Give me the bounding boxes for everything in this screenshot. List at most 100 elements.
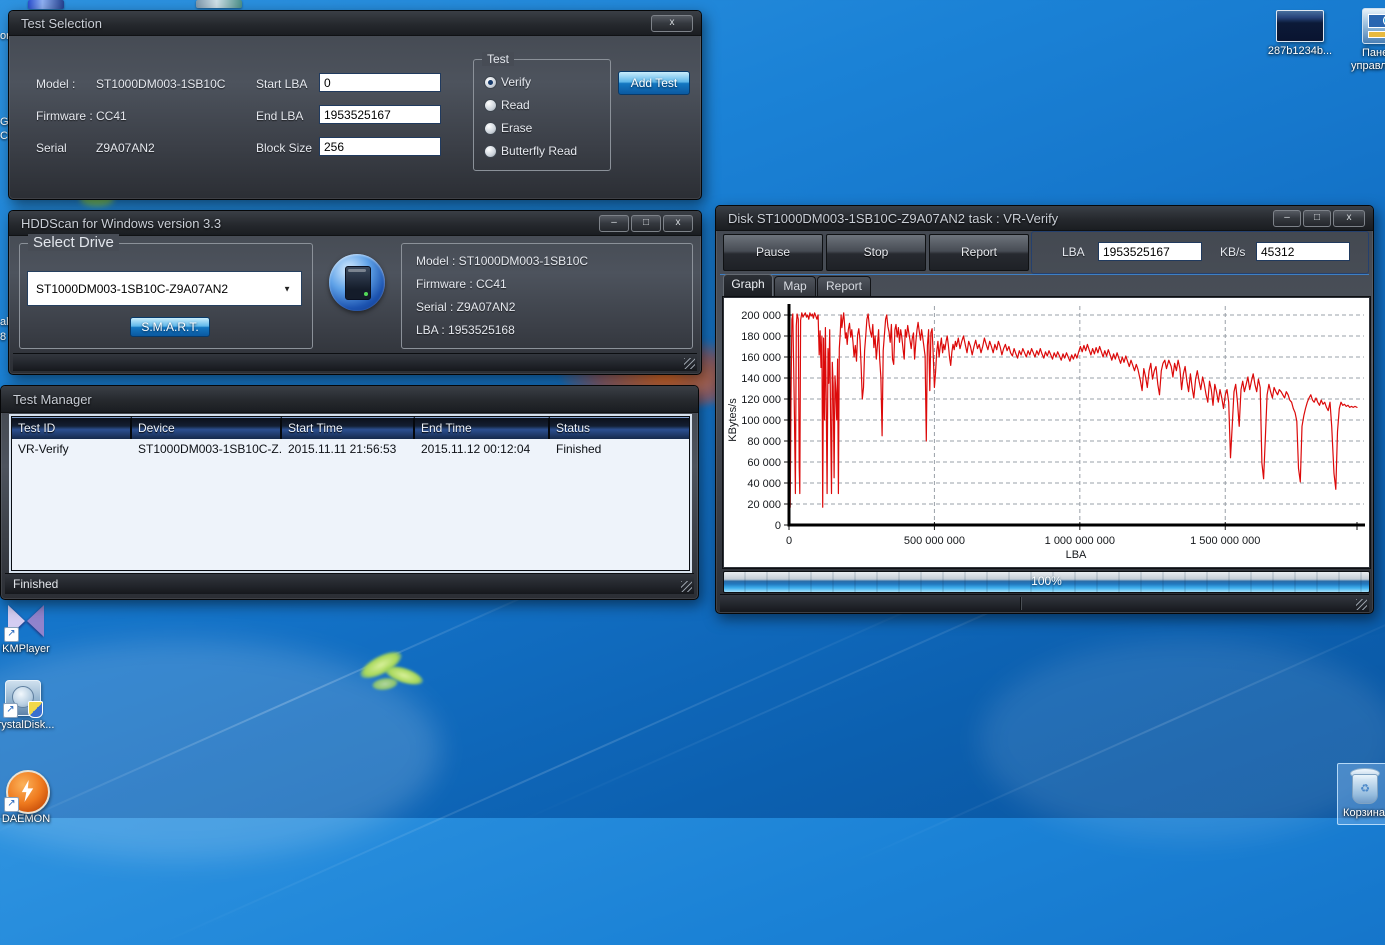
column-header-status[interactable]: Status [550, 417, 689, 439]
status-bar: Finished [5, 573, 694, 594]
status-divider [1020, 597, 1021, 610]
test-type-group: Test Verify Read Erase Butterfly Read [473, 52, 611, 171]
toolbar: Pause Stop Report LBA KB/s [720, 231, 1369, 275]
desktop-icon-recycle-bin[interactable]: ♻ Корзина [1337, 763, 1385, 825]
pause-button[interactable]: Pause [723, 234, 823, 271]
icon-label-fragment: 8 [0, 331, 7, 343]
resize-grip[interactable] [684, 358, 695, 369]
window-title: Test Selection [21, 16, 102, 31]
titlebar[interactable]: Disk ST1000DM003-1SB10C-Z9A07AN2 task : … [716, 206, 1373, 231]
hidden-icon-sliver [196, 0, 242, 8]
model-value: ST1000DM003-1SB10C [96, 77, 226, 91]
svg-text:0: 0 [786, 535, 792, 547]
column-header-test-id[interactable]: Test ID [12, 417, 132, 439]
titlebar[interactable]: Test Selection x [9, 11, 701, 36]
radio-verify[interactable] [484, 76, 497, 89]
lba-readout-label: LBA [1062, 245, 1085, 259]
desktop-icon-control-panel[interactable]: Панель управления [1344, 8, 1385, 73]
hidden-icon-sliver [28, 0, 64, 9]
close-button[interactable]: x [651, 15, 693, 32]
drive-select-dropdown[interactable]: ST1000DM003-1SB10C-Z9A07AN2 ▼ [27, 271, 302, 306]
select-drive-label: Select Drive [28, 234, 119, 251]
minimize-button[interactable]: – [599, 215, 629, 232]
serial-value: Z9A07AN2 [96, 141, 155, 155]
report-button[interactable]: Report [929, 234, 1029, 271]
desktop-icon-label: Панель управления [1351, 47, 1385, 72]
desktop-icon-label: KMPlayer [2, 643, 50, 655]
tab-report[interactable]: Report [817, 276, 871, 296]
maximize-button[interactable]: □ [1303, 210, 1331, 227]
column-header-device[interactable]: Device [132, 417, 282, 439]
cell-test-id: VR-Verify [18, 442, 69, 456]
window-title: Test Manager [13, 392, 92, 407]
wallpaper-sprout-leaf [371, 676, 399, 692]
desktop-icon-kmplayer[interactable]: ↗ KMPlayer [0, 602, 62, 656]
desktop-icon-label: Корзина [1343, 807, 1385, 819]
svg-text:1 500 000 000: 1 500 000 000 [1190, 535, 1260, 547]
cell-device: ST1000DM003-1SB10C-Z... [138, 442, 282, 456]
desktop: { "desktop": { "fragments": ["or", "G", … [0, 0, 1385, 945]
svg-text:100 000: 100 000 [741, 415, 781, 427]
drive-select-value: ST1000DM003-1SB10C-Z9A07AN2 [36, 281, 229, 296]
recycle-symbol-icon: ♻ [1360, 783, 1370, 795]
titlebar[interactable]: Test Manager [1, 386, 698, 413]
model-label: Model : [36, 77, 76, 91]
window-title: Disk ST1000DM003-1SB10C-Z9A07AN2 task : … [728, 211, 1059, 226]
column-header-start-time[interactable]: Start Time [282, 417, 415, 439]
smart-button[interactable]: S.M.A.R.T. [130, 317, 210, 337]
desktop-icon-crystaldisk[interactable]: ↗ CrystalDisk... [0, 680, 60, 732]
desktop-icon-screenshot-file[interactable]: 287b1234b... [1258, 10, 1342, 58]
drive-info-group: Model : ST1000DM003-1SB10C Firmware : CC… [401, 243, 693, 349]
serial-label: Serial [36, 141, 67, 155]
shortcut-arrow-icon: ↗ [3, 703, 18, 718]
select-drive-group: Select Drive ST1000DM003-1SB10C-Z9A07AN2… [19, 234, 313, 349]
cell-end-time: 2015.11.12 00:12:04 [421, 442, 531, 456]
radio-erase[interactable] [484, 122, 497, 135]
progress-bar: 100% [723, 571, 1370, 593]
block-size-input[interactable] [319, 137, 441, 156]
radio-butterfly-read[interactable] [484, 145, 497, 158]
desktop-icon-label: CrystalDisk... [0, 719, 55, 731]
tab-map[interactable]: Map [774, 276, 816, 296]
table-row[interactable]: VR-Verify ST1000DM003-1SB10C-Z... 2015.1… [12, 439, 689, 459]
svg-text:120 000: 120 000 [741, 394, 781, 406]
firmware-value: CC41 [96, 109, 127, 123]
resize-grip[interactable] [681, 581, 692, 592]
kbs-readout-input[interactable] [1256, 242, 1350, 261]
close-button[interactable]: x [663, 215, 693, 232]
svg-text:40 000: 40 000 [747, 478, 781, 490]
chart-area: 0 20 000 40 000 60 000 80 000 100 000 120 000 1… [723, 297, 1370, 568]
svg-text:80 000: 80 000 [747, 436, 781, 448]
titlebar[interactable]: HDDScan for Windows version 3.3 – □ x [9, 211, 701, 236]
column-header-end-time[interactable]: End Time [415, 417, 550, 439]
tab-graph[interactable]: Graph [723, 274, 773, 296]
add-test-button[interactable]: Add Test [618, 71, 690, 95]
svg-text:500 000 000: 500 000 000 [904, 535, 965, 547]
test-table: Test ID Device Start Time End Time Statu… [11, 416, 690, 571]
svg-text:140 000: 140 000 [741, 373, 781, 385]
info-firmware: Firmware : CC41 [416, 277, 507, 291]
radio-erase-label: Erase [501, 121, 533, 135]
radio-read[interactable] [484, 99, 497, 112]
stop-button[interactable]: Stop [826, 234, 926, 271]
maximize-button[interactable]: □ [631, 215, 661, 232]
close-button[interactable]: x [1333, 210, 1365, 227]
svg-text:1 000 000 000: 1 000 000 000 [1045, 535, 1115, 547]
shortcut-arrow-icon: ↗ [4, 797, 19, 812]
wallpaper-glow [980, 640, 1385, 840]
wallpaper-streak [0, 557, 611, 845]
window-graph: Disk ST1000DM003-1SB10C-Z9A07AN2 task : … [715, 205, 1374, 614]
svg-text:180 000: 180 000 [741, 331, 781, 343]
svg-text:20 000: 20 000 [747, 499, 781, 511]
desktop-icon-label: 287b1234b... [1267, 45, 1333, 57]
x-axis-title: LBA [1066, 549, 1087, 561]
end-lba-input[interactable] [319, 105, 441, 124]
lba-readout-input[interactable] [1098, 242, 1202, 261]
minimize-button[interactable]: – [1273, 210, 1301, 227]
window-test-selection: Test Selection x Model : ST1000DM003-1SB… [8, 10, 702, 200]
block-size-label: Block Size [256, 141, 313, 155]
start-lba-input[interactable] [319, 73, 441, 92]
chevron-down-icon: ▼ [283, 284, 291, 293]
cell-start-time: 2015.11.11 21:56:53 [288, 442, 397, 456]
resize-grip[interactable] [1356, 599, 1367, 610]
